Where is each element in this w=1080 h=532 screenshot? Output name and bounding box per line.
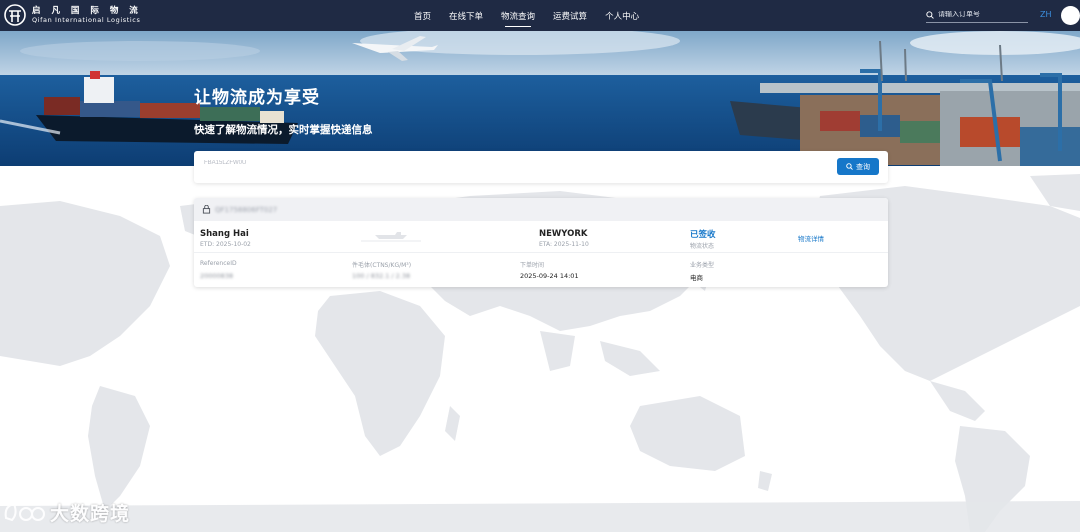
watermark: 大数跨境 xyxy=(2,499,130,526)
route-row: Shang Hai ETD: 2025-10-02 NEWYORK ETA: 2… xyxy=(194,221,888,253)
business-type-label: 业务类型 xyxy=(690,262,715,269)
order-time-label: 下单时间 xyxy=(520,262,545,269)
origin-port: Shang Hai xyxy=(200,229,249,239)
business-type-value: 电商 xyxy=(690,274,703,282)
nav-item-freight-calc[interactable]: 运费试算 xyxy=(544,0,596,31)
result-header: QF1758806FT027 xyxy=(194,198,888,221)
logo-english-name: Qifan International Logistics xyxy=(32,16,141,24)
tracking-search-card: 查询 xyxy=(194,151,888,183)
logo-chinese-name: 启 凡 国 际 物 流 xyxy=(32,5,142,16)
nav-item-user-center[interactable]: 个人中心 xyxy=(596,0,648,31)
watermark-logo-icon xyxy=(4,502,45,521)
user-avatar[interactable] xyxy=(1061,6,1080,25)
nav-order-search xyxy=(926,7,1028,23)
top-nav: 启 凡 国 际 物 流 Qifan International Logistic… xyxy=(0,0,1080,31)
port-scene-image xyxy=(0,31,1080,166)
nav-item-home[interactable]: 首页 xyxy=(405,0,440,31)
shipment-result-card: QF1758806FT027 Shang Hai ETD: 2025-10-02… xyxy=(194,198,888,287)
brand-logo[interactable]: 启 凡 国 际 物 流 Qifan International Logistic… xyxy=(4,3,142,27)
package-icon xyxy=(202,205,211,214)
hero-banner: 让物流成为享受 快速了解物流情况，实时掌握快递信息 xyxy=(0,31,1080,166)
logo-mark-icon xyxy=(4,4,26,26)
hero-subtitle: 快速了解物流情况，实时掌握快递信息 xyxy=(194,124,373,136)
ship-route-icon xyxy=(361,232,421,242)
eta-date: ETA: 2025-11-10 xyxy=(539,241,589,248)
etd-date: ETD: 2025-10-02 xyxy=(200,241,251,248)
destination-port: NEWYORK xyxy=(539,229,588,239)
reference-id-label: ReferenceID xyxy=(200,260,237,267)
search-icon xyxy=(846,163,853,170)
order-time-value: 2025-09-24 14:01 xyxy=(520,272,579,280)
nav-item-online-order[interactable]: 在线下单 xyxy=(440,0,492,31)
status-badge: 已签收 xyxy=(690,230,716,240)
nav-links: 首页 在线下单 物流查询 运费试算 个人中心 xyxy=(405,0,648,31)
tracking-number-input[interactable] xyxy=(204,160,504,166)
watermark-text: 大数跨境 xyxy=(50,503,131,525)
query-button-label: 查询 xyxy=(856,163,870,171)
pieces-weight-volume-value: 100 / 832.1 / 2.38 xyxy=(352,272,411,280)
search-icon[interactable] xyxy=(926,10,934,19)
order-number-input[interactable] xyxy=(938,11,1024,18)
reference-id-value: 20000838 xyxy=(200,272,234,280)
language-switch[interactable]: ZH xyxy=(1040,10,1052,19)
nav-item-tracking[interactable]: 物流查询 xyxy=(492,0,544,31)
query-button[interactable]: 查询 xyxy=(837,158,879,175)
pieces-weight-volume-label: 件毛体(CTNS/KG/M³) xyxy=(352,262,412,269)
status-label: 物流状态 xyxy=(690,243,715,250)
hero-title: 让物流成为享受 xyxy=(194,88,320,108)
order-number: QF1758806FT027 xyxy=(215,205,278,214)
logistics-detail-link[interactable]: 物流详情 xyxy=(798,233,824,243)
